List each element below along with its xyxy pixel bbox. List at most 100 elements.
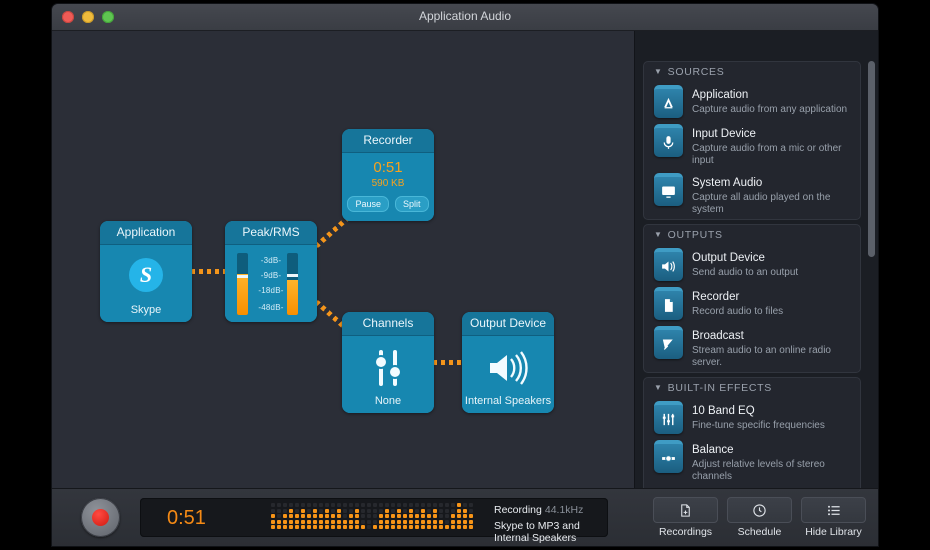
panel-outputs: ▼ OUTPUTS Output Device Send audio to an … [643, 224, 861, 373]
node-peak-rms[interactable]: Peak/RMS -3dB- -9dB- [225, 221, 317, 322]
panel-sources: ▼ SOURCES Application Capture audio from … [643, 61, 861, 220]
level-meters: -3dB- -9dB- -18dB- -48dB- [225, 253, 317, 317]
panel-sources-title: SOURCES [668, 66, 725, 78]
window-body: Application S Skype Peak/RMS [52, 31, 878, 546]
connection-application-to-peak [191, 269, 227, 274]
sidebar-item-desc: Send audio to an output [692, 267, 852, 279]
node-application-header: Application [100, 221, 192, 245]
sidebar-item-desc: Fine-tune specific frequencies [692, 420, 852, 432]
sidebar-item-output-device[interactable]: Output Device Send audio to an output [644, 245, 860, 284]
db-label-48: -48dB- [225, 303, 317, 312]
record-button[interactable] [81, 498, 120, 537]
clock-icon [727, 497, 792, 523]
level-meter-leds [271, 503, 476, 532]
db-label-18: -18dB- [225, 286, 317, 295]
sidebar-item-title: Output Device [692, 252, 765, 264]
node-canvas[interactable]: Application S Skype Peak/RMS [52, 31, 635, 509]
microphone-icon [654, 124, 683, 157]
node-application-label: Skype [100, 304, 192, 316]
sidebar-item-title: 10 Band EQ [692, 405, 755, 417]
hide-library-button[interactable]: Hide Library [801, 497, 866, 538]
list-icon [801, 497, 866, 523]
panel-outputs-title: OUTPUTS [668, 229, 723, 241]
sidebar-scrollbar-thumb[interactable] [868, 61, 875, 257]
db-label-9: -9dB- [225, 271, 317, 280]
display-icon [654, 173, 683, 206]
status-label: Recording [494, 504, 542, 516]
sidebar-item-desc: Adjust relative levels of stereo channel… [692, 459, 852, 483]
status-info: Recording44.1kHz Skype to MP3 and Intern… [494, 504, 608, 544]
node-peak-rms-body: -3dB- -9dB- -18dB- -48dB- [225, 245, 317, 322]
screen: Application Audio Application S Skyp [0, 0, 930, 550]
node-recorder-body: 0:51 590 KB Pause Split [342, 153, 434, 221]
recorder-time: 0:51 [342, 159, 434, 176]
bottom-toolbar: 0:51 Recording44.1kHz Skype to MP3 and I… [52, 488, 878, 546]
app-store-icon [654, 85, 683, 118]
node-channels-body: None [342, 336, 434, 413]
node-recorder-header: Recorder [342, 129, 434, 153]
node-recorder[interactable]: Recorder 0:51 590 KB Pause Split [342, 129, 434, 221]
sidebar-item-desc: Capture audio from any application [692, 104, 852, 116]
connection-channels-to-output [433, 360, 464, 365]
elapsed-time: 0:51 [167, 507, 206, 530]
sidebar-item-title: Balance [692, 444, 734, 456]
chevron-down-icon: ▼ [654, 378, 663, 398]
node-output-device[interactable]: Output Device Internal Speakers [462, 312, 554, 413]
balance-slider-icon [654, 440, 683, 473]
skype-icon: S [129, 258, 163, 292]
equalizer-icon [654, 401, 683, 434]
node-output-device-label: Internal Speakers [462, 395, 554, 407]
sidebar-item-title: Input Device [692, 128, 756, 140]
document-icon [654, 287, 683, 320]
node-output-device-header: Output Device [462, 312, 554, 336]
sidebar-item-title: Application [692, 89, 748, 101]
sliders-icon [371, 350, 405, 386]
node-peak-rms-header: Peak/RMS [225, 221, 317, 245]
recordings-button[interactable]: Recordings [653, 497, 718, 538]
toolbar-buttons: Recordings Schedule Hide Library [653, 497, 866, 538]
satellite-dish-icon [654, 326, 683, 359]
sidebar-item-desc: Record audio to files [692, 306, 852, 318]
sidebar-item-title: Broadcast [692, 330, 744, 342]
status-line: Recording44.1kHz [494, 504, 608, 516]
sidebar-item-desc: Capture audio from a mic or other input [692, 143, 852, 167]
node-channels-header: Channels [342, 312, 434, 336]
node-channels[interactable]: Channels None [342, 312, 434, 413]
node-application[interactable]: Application S Skype [100, 221, 192, 322]
sidebar-item-input-device[interactable]: Input Device Capture audio from a mic or… [644, 121, 860, 170]
title-bar[interactable]: Application Audio [52, 4, 878, 31]
panel-outputs-header[interactable]: ▼ OUTPUTS [644, 225, 860, 245]
recorder-size: 590 KB [342, 178, 434, 189]
panel-built-in-effects-title: BUILT-IN EFFECTS [668, 382, 772, 394]
sample-rate: 44.1kHz [545, 504, 584, 516]
skype-glyph: S [140, 262, 152, 288]
sidebar-item-broadcast[interactable]: Broadcast Stream audio to an online radi… [644, 323, 860, 372]
panel-built-in-effects-header[interactable]: ▼ BUILT-IN EFFECTS [644, 378, 860, 398]
speaker-icon [654, 248, 683, 281]
split-button[interactable]: Split [395, 196, 429, 212]
db-label-3: -3dB- [225, 256, 317, 265]
sidebar-scrollbar[interactable] [868, 61, 875, 261]
sidebar-item-desc: Capture all audio played on the system [692, 192, 852, 216]
library-sidebar: ▼ SOURCES Application Capture audio from … [634, 31, 878, 509]
pause-button[interactable]: Pause [347, 196, 389, 212]
recorder-buttons: Pause Split [342, 196, 434, 212]
recordings-icon [653, 497, 718, 523]
sidebar-item-title: Recorder [692, 291, 739, 303]
sidebar-item-balance[interactable]: Balance Adjust relative levels of stereo… [644, 437, 860, 486]
window-title: Application Audio [52, 9, 878, 23]
chevron-down-icon: ▼ [654, 62, 663, 82]
sidebar-item-recorder[interactable]: Recorder Record audio to files [644, 284, 860, 323]
schedule-button[interactable]: Schedule [727, 497, 792, 538]
speaker-icon [486, 350, 530, 391]
node-output-device-body: Internal Speakers [462, 336, 554, 413]
sidebar-item-system-audio[interactable]: System Audio Capture all audio played on… [644, 170, 860, 219]
chevron-down-icon: ▼ [654, 225, 663, 245]
sidebar-item-10-band-eq[interactable]: 10 Band EQ Fine-tune specific frequencie… [644, 398, 860, 437]
panel-sources-header[interactable]: ▼ SOURCES [644, 62, 860, 82]
status-strip: 0:51 Recording44.1kHz Skype to MP3 and I… [140, 498, 608, 537]
sidebar-item-application[interactable]: Application Capture audio from any appli… [644, 82, 860, 121]
status-detail: Skype to MP3 and Internal Speakers [494, 520, 608, 544]
hide-library-label: Hide Library [801, 526, 866, 538]
sidebar-item-desc: Stream audio to an online radio server. [692, 345, 852, 369]
